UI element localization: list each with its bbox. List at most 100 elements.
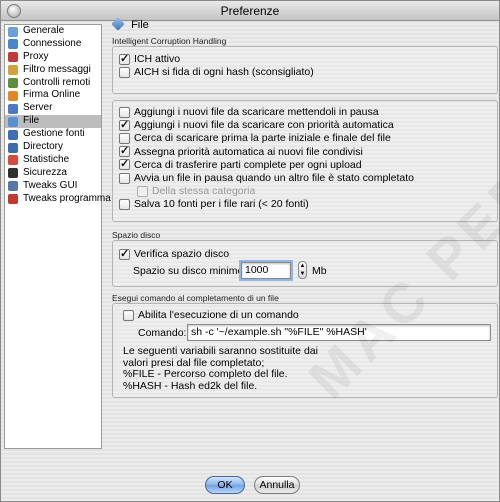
option-checkbox[interactable]: ✓ ICH attivo	[119, 53, 180, 65]
min-disk-label: Spazio su disco minimo:	[133, 265, 247, 277]
sidebar-item-proxy[interactable]: Proxy	[5, 51, 101, 64]
option-checkbox[interactable]: Salva 10 fonti per i file rari (< 20 fon…	[119, 198, 309, 210]
checkbox-box[interactable]	[123, 309, 134, 321]
preferences-sidebar: Generale Connessione Proxy Filtro messaggi C…	[4, 24, 111, 449]
sidebar-item-label: Gestione fonti	[23, 128, 85, 140]
option-checkbox: Della stessa categoria	[137, 185, 255, 197]
sidebar-item-label: Tweaks programma	[23, 192, 111, 204]
connection-icon	[8, 39, 18, 50]
sidebar-item-connection[interactable]: Connessione	[5, 38, 101, 51]
sidebar-item-label: Server	[23, 102, 53, 114]
sidebar-item-general[interactable]: Generale	[5, 25, 101, 38]
command-label: Comando:	[138, 327, 187, 339]
panel-title: File	[131, 19, 149, 31]
option-checkbox[interactable]: ✓ Cerca di trasferire parti complete per …	[119, 159, 362, 171]
checkbox-box[interactable]	[119, 172, 130, 184]
option-label: Avvia un file in pausa quando un altro f…	[134, 172, 414, 184]
sidebar-item-tweaks-gui[interactable]: Tweaks GUI	[5, 180, 101, 193]
option-checkbox[interactable]: ✓ Aggiungi i nuovi file da scaricare con …	[119, 119, 394, 131]
checkbox-box[interactable]: ✓	[119, 119, 130, 131]
sidebar-item-sources[interactable]: Gestione fonti	[5, 128, 101, 141]
sidebar-item-label: Filtro messaggi	[23, 63, 91, 75]
option-checkbox[interactable]: ✓ Assegna priorità automatica ai nuovi fi…	[119, 146, 363, 158]
sidebar-item-filter[interactable]: Filtro messaggi	[5, 64, 101, 77]
option-checkbox[interactable]: Avvia un file in pausa quando un altro f…	[119, 172, 414, 184]
checkbox-box[interactable]	[119, 106, 130, 118]
verify-disk-label: Verifica spazio disco	[134, 248, 230, 260]
option-checkbox[interactable]: AICH si fida di ogni hash (sconsigliato)	[119, 66, 314, 78]
tweaks-program-icon	[8, 194, 18, 205]
sidebar-item-label: Controlli remoti	[23, 76, 91, 88]
close-window-button[interactable]	[7, 4, 21, 18]
help-line: %HASH - Hash ed2k del file.	[123, 379, 258, 392]
checkbox-box[interactable]	[119, 132, 130, 144]
help-line: Le seguenti variabili saranno sostituite…	[123, 345, 318, 357]
verify-disk-checkbox[interactable]: ✓ Verifica spazio disco	[119, 248, 229, 260]
sidebar-item-file[interactable]: File	[5, 115, 101, 129]
filter-icon	[8, 65, 18, 76]
preferences-window: Preferenze Generale Connessione Proxy Filtr…	[0, 0, 500, 502]
option-label: Cerca di scaricare prima la parte inizia…	[134, 132, 391, 145]
cancel-button[interactable]: Annulla	[254, 476, 300, 494]
command-help-text: Le seguenti variabili saranno sostituite…	[123, 345, 318, 392]
sidebar-item-label: File	[23, 115, 40, 127]
signature-icon	[8, 90, 18, 101]
dialog-footer: OK Annulla	[1, 453, 499, 501]
download-options-group: Aggiungi i nuovi file da scaricare mette…	[112, 100, 498, 222]
option-checkbox[interactable]: Cerca di scaricare prima la parte inizia…	[119, 132, 391, 144]
option-label: Salva 10 fonti per i file rari (< 20 fon…	[134, 198, 309, 211]
checkbox-box[interactable]	[119, 66, 130, 78]
sidebar-item-server[interactable]: Server	[5, 102, 101, 115]
option-label: Aggiungi i nuovi file da scaricare mette…	[134, 106, 379, 118]
option-label: Della stessa categoria	[152, 185, 256, 198]
sidebar-item-label: Generale	[23, 25, 65, 36]
file-icon	[111, 17, 125, 31]
stats-icon	[8, 155, 18, 166]
server-icon	[8, 103, 18, 114]
sidebar-item-stats[interactable]: Statistiche	[5, 154, 101, 167]
sidebar-item-label: Connessione	[23, 37, 82, 49]
panel-header: File	[111, 17, 149, 34]
file-preferences-panel: File Intelligent Corruption Handling ✓ IC…	[108, 14, 500, 454]
ich-section-label: Intelligent Corruption Handling	[112, 36, 227, 46]
sidebar-item-label: Directory	[23, 141, 64, 153]
option-label: ICH attivo	[134, 53, 181, 65]
sidebar-item-label: Firma Online	[23, 89, 81, 101]
ok-button[interactable]: OK	[205, 476, 245, 494]
sidebar-item-label: Proxy	[23, 50, 49, 62]
min-disk-input[interactable]: 1000	[241, 262, 291, 279]
general-icon	[8, 26, 18, 37]
option-label: Aggiungi i nuovi file da scaricare con p…	[134, 119, 394, 132]
sidebar-item-label: Statistiche	[23, 153, 70, 165]
sidebar-item-remote[interactable]: Controlli remoti	[5, 77, 101, 90]
checkbox-box[interactable]: ✓	[119, 159, 130, 171]
enable-command-checkbox[interactable]: Abilita l'esecuzione di un comando	[123, 309, 299, 321]
proxy-icon	[8, 52, 18, 63]
sidebar-item-signature[interactable]: Firma Online	[5, 89, 101, 102]
checkbox-box[interactable]: ✓	[119, 53, 130, 65]
help-line: %FILE - Percorso completo del file.	[123, 368, 288, 380]
command-input[interactable]: sh -c '~/example.sh "%FILE" %HASH'	[187, 324, 491, 341]
sidebar-item-tweaks-program[interactable]: Tweaks programma	[5, 193, 111, 206]
option-label: Assegna priorità automatica ai nuovi fil…	[134, 145, 363, 158]
disk-unit-label: Mb	[312, 265, 327, 277]
remote-icon	[8, 78, 18, 89]
checkbox-box	[137, 185, 148, 197]
sidebar-item-label: Sicurezza	[23, 166, 67, 178]
disk-section-label: Spazio disco	[112, 230, 161, 240]
sidebar-item-label: Tweaks GUI	[23, 179, 78, 191]
command-section-label: Esegui comando al completamento di un fi…	[112, 293, 279, 303]
directory-icon	[8, 142, 18, 153]
min-disk-stepper[interactable]: ▲ ▼	[298, 261, 307, 279]
sidebar-item-directory[interactable]: Directory	[5, 141, 101, 154]
sources-icon	[8, 129, 18, 140]
option-label: AICH si fida di ogni hash (sconsigliato)	[134, 66, 314, 78]
checkbox-box[interactable]	[119, 198, 130, 210]
option-checkbox[interactable]: Aggiungi i nuovi file da scaricare mette…	[119, 106, 379, 118]
file-icon	[8, 116, 18, 127]
sidebar-item-security[interactable]: Sicurezza	[5, 167, 101, 180]
tweaks-gui-icon	[8, 181, 18, 192]
disk-group: ✓ Verifica spazio disco Spazio su disco …	[112, 240, 498, 287]
checkbox-box[interactable]: ✓	[119, 146, 130, 158]
checkbox-box[interactable]: ✓	[119, 248, 130, 260]
